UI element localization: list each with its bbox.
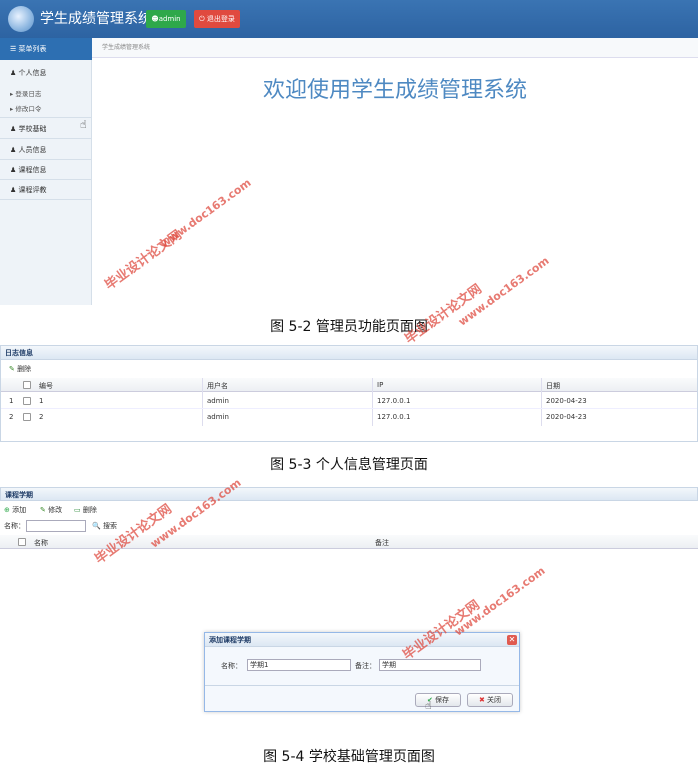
- dialog-remark-label: 备注：: [355, 662, 376, 670]
- figure-caption: 图 5-4 学校基础管理页面图: [263, 749, 435, 765]
- cell-user: admin: [207, 413, 229, 421]
- dialog-name-input[interactable]: 学期1: [247, 659, 351, 671]
- dialog-title: 添加课程学期: [205, 633, 519, 647]
- col-header-ip: IP: [377, 381, 384, 389]
- sidebar-item-label: 人员信息: [18, 146, 47, 154]
- sidebar-item-label: 学校基础: [18, 125, 47, 133]
- cell-date: 2020-04-23: [546, 397, 587, 405]
- col-header-user: 用户名: [207, 382, 228, 390]
- panel-title: 课程学期: [0, 487, 698, 501]
- sidebar-item-evaluation[interactable]: ♟ 课程评教: [0, 180, 92, 200]
- breadcrumb: 学生成绩管理系统: [92, 38, 698, 58]
- table-row[interactable]: 1 1 admin 127.0.0.1 2020-04-23: [1, 393, 697, 409]
- close-icon[interactable]: ✕: [507, 635, 517, 645]
- submenu-label: 修改口令: [15, 105, 42, 113]
- logout-label: 退出登录: [206, 15, 235, 23]
- figure-caption: 图 5-3 个人信息管理页面: [270, 457, 428, 473]
- user-label: admin: [158, 15, 181, 23]
- delete-button[interactable]: ▭ 删除: [74, 505, 97, 515]
- search-button[interactable]: 🔍 搜索: [92, 521, 117, 531]
- edit-button[interactable]: ✎ 修改: [40, 505, 62, 515]
- search-label: 搜索: [102, 522, 117, 530]
- add-label: 添加: [12, 506, 27, 514]
- select-all-checkbox[interactable]: [18, 538, 26, 546]
- submenu-login-log[interactable]: ▸ 登录日志: [10, 88, 41, 98]
- figure-caption: 图 5-2 管理员功能页面图: [270, 319, 428, 335]
- menu-icon: ☰: [10, 45, 19, 53]
- submenu-label: 登录日志: [15, 90, 42, 98]
- delete-label: 删除: [82, 506, 97, 514]
- row-number: 2: [9, 413, 14, 421]
- row-checkbox[interactable]: [23, 397, 31, 405]
- save-button[interactable]: ✔ 保存: [415, 693, 461, 707]
- pencil-icon: ✎: [9, 365, 15, 373]
- admin-home-screenshot: 学生成绩管理系统 ☻admin ⏻ 退出登录 ☰ 菜单列表 ♟ 个人信息 ▸ 登…: [0, 0, 698, 305]
- app-title: 学生成绩管理系统: [40, 11, 152, 27]
- cell-ip: 127.0.0.1: [377, 397, 411, 405]
- col-header-name: 名称: [34, 539, 48, 547]
- close-label: 关闭: [487, 696, 502, 704]
- cancel-icon: ✖: [478, 696, 485, 704]
- person-icon: ♟: [10, 186, 19, 194]
- sidebar-item-personal[interactable]: ♟ 个人信息: [0, 63, 92, 83]
- edit-label: 修改: [48, 506, 63, 514]
- sidebar-header: ☰ 菜单列表: [0, 38, 92, 60]
- col-header-date: 日期: [546, 382, 560, 390]
- user-button[interactable]: ☻admin: [146, 10, 186, 28]
- person-icon: ♟: [10, 166, 19, 174]
- person-icon: ♟: [10, 146, 19, 154]
- table-header: 编号 用户名 IP 日期: [1, 378, 697, 392]
- logout-button[interactable]: ⏻ 退出登录: [194, 10, 240, 28]
- sidebar-item-label: 课程信息: [18, 166, 47, 174]
- cell-date: 2020-04-23: [546, 413, 587, 421]
- divider: [0, 117, 92, 118]
- dialog-remark-input[interactable]: 学期: [379, 659, 481, 671]
- col-header-remark: 备注: [375, 539, 389, 547]
- name-filter-label: 名称：: [4, 522, 25, 530]
- dialog-name-label: 名称：: [221, 662, 242, 670]
- row-checkbox[interactable]: [23, 413, 31, 421]
- sidebar-item-school[interactable]: ♟ 学校基础: [0, 119, 92, 139]
- add-term-dialog: 添加课程学期 ✕ 名称： 学期1 备注： 学期 ✔ 保存 ✖ 关闭 ☝: [204, 632, 520, 712]
- table-row[interactable]: 2 2 admin 127.0.0.1 2020-04-23: [1, 409, 697, 425]
- col-header-id: 编号: [39, 382, 53, 390]
- power-icon: ⏻: [199, 15, 207, 23]
- sidebar-header-label: 菜单列表: [18, 45, 47, 53]
- save-label: 保存: [435, 696, 450, 704]
- logo-icon: [8, 6, 34, 32]
- row-number: 1: [9, 397, 14, 405]
- sidebar-item-label: 个人信息: [18, 69, 47, 77]
- cursor-hand-icon: ☝: [425, 699, 432, 712]
- submenu-change-password[interactable]: ▸ 修改口令: [10, 103, 41, 113]
- sidebar-item-course[interactable]: ♟ 课程信息: [0, 160, 92, 180]
- add-button[interactable]: ⊕ 添加: [4, 505, 26, 515]
- cell-ip: 127.0.0.1: [377, 413, 411, 421]
- select-all-checkbox[interactable]: [23, 381, 31, 389]
- cell-user: admin: [207, 397, 229, 405]
- delete-icon: ▭: [74, 506, 81, 514]
- cell-id: 2: [39, 413, 44, 421]
- search-icon: 🔍: [92, 522, 101, 530]
- person-icon: ♟: [10, 69, 19, 77]
- divider: [205, 685, 519, 686]
- close-button[interactable]: ✖ 关闭: [467, 693, 513, 707]
- delete-button[interactable]: ✎ 删除: [9, 364, 31, 374]
- cell-id: 1: [39, 397, 44, 405]
- add-icon: ⊕: [4, 506, 10, 514]
- sidebar-item-label: 课程评教: [18, 186, 47, 194]
- log-info-screenshot: 日志信息 ✎ 删除 编号 用户名 IP 日期 1 1 admin 127.0.0…: [0, 345, 698, 442]
- delete-label: 删除: [17, 365, 32, 373]
- person-icon: ♟: [10, 125, 19, 133]
- sidebar-item-staff[interactable]: ♟ 人员信息: [0, 140, 92, 160]
- panel-title: 日志信息: [1, 346, 697, 360]
- welcome-heading: 欢迎使用学生成绩管理系统: [262, 78, 527, 103]
- pencil-icon: ✎: [40, 506, 46, 514]
- user-icon: ☻: [151, 15, 159, 23]
- name-search-input[interactable]: [26, 520, 86, 532]
